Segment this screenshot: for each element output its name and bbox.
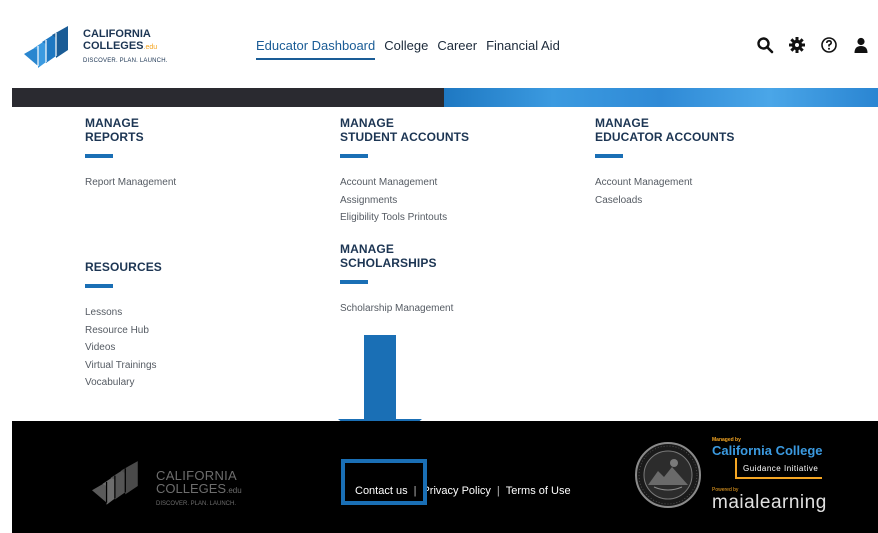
logo-text: CALIFORNIA COLLEGES.edu DISCOVER. PLAN. … xyxy=(83,29,168,68)
section-manage-student-accounts: MANAGE STUDENT ACCOUNTS Account Manageme… xyxy=(340,116,560,227)
section-title-line2: REPORTS xyxy=(85,130,144,144)
california-colleges-logo[interactable]: CALIFORNIA COLLEGES.edu DISCOVER. PLAN. … xyxy=(20,24,220,74)
footer-logo-edu: .edu xyxy=(226,486,242,495)
section-title-line2: STUDENT ACCOUNTS xyxy=(340,130,470,144)
footer-logo-text: CALIFORNIA COLLEGES.edu DISCOVER. PLAN. … xyxy=(156,469,242,510)
help-icon[interactable] xyxy=(820,36,838,54)
section-title-line1: MANAGE xyxy=(340,116,394,130)
contact-us-highlight-box xyxy=(341,459,427,505)
nav-career[interactable]: Career xyxy=(437,38,477,60)
link-lessons[interactable]: Lessons xyxy=(85,304,285,322)
section-title-line1: MANAGE xyxy=(595,116,649,130)
site-footer: CALIFORNIA COLLEGES.edu DISCOVER. PLAN. … xyxy=(12,421,878,533)
site-header: CALIFORNIA COLLEGES.edu DISCOVER. PLAN. … xyxy=(12,10,878,88)
section-links: Account Management Caseloads xyxy=(595,174,835,209)
link-student-account-management[interactable]: Account Management xyxy=(340,174,560,192)
section-manage-scholarships: MANAGE SCHOLARSHIPS Scholarship Manageme… xyxy=(340,242,560,318)
logo-line2: COLLEGES.edu xyxy=(83,40,168,54)
section-underline xyxy=(85,284,113,288)
managed-by-block: Managed by California College Guidance I… xyxy=(712,437,842,533)
section-underline xyxy=(340,154,368,158)
nav-educator-dashboard[interactable]: Educator Dashboard xyxy=(256,38,376,60)
footer-logo[interactable]: CALIFORNIA COLLEGES.edu DISCOVER. PLAN. … xyxy=(86,459,286,509)
link-videos[interactable]: Videos xyxy=(85,339,285,357)
link-resource-hub[interactable]: Resource Hub xyxy=(85,322,285,340)
logo-line1: CALIFORNIA xyxy=(83,28,151,40)
link-scholarship-management[interactable]: Scholarship Management xyxy=(340,300,560,318)
link-report-management[interactable]: Report Management xyxy=(85,174,285,192)
link-caseloads[interactable]: Caseloads xyxy=(595,192,835,210)
footer-logo-line2: COLLEGES.edu xyxy=(156,482,242,498)
section-manage-reports: MANAGE REPORTS Report Management xyxy=(85,116,285,192)
section-underline xyxy=(595,154,623,158)
section-links: Scholarship Management xyxy=(340,300,560,318)
logo-line2-main: COLLEGES xyxy=(83,40,144,52)
search-icon[interactable] xyxy=(756,36,774,54)
section-manage-educator-accounts: MANAGE EDUCATOR ACCOUNTS Account Managem… xyxy=(595,116,835,209)
link-assignments[interactable]: Assignments xyxy=(340,192,560,210)
logo-edu: .edu xyxy=(143,44,158,51)
link-virtual-trainings[interactable]: Virtual Trainings xyxy=(85,357,285,375)
page: CALIFORNIA COLLEGES.edu DISCOVER. PLAN. … xyxy=(12,10,878,533)
header-banner xyxy=(12,88,878,107)
logo-mark-icon xyxy=(24,26,68,68)
footer-separator: | xyxy=(496,485,500,497)
gear-icon[interactable] xyxy=(788,36,806,54)
footer-logo-line2-main: COLLEGES xyxy=(156,481,227,496)
terms-of-use-link[interactable]: Terms of Use xyxy=(506,485,571,497)
link-vocabulary[interactable]: Vocabulary xyxy=(85,374,285,392)
logo-tagline: DISCOVER. PLAN. LAUNCH. xyxy=(83,58,168,64)
section-links: Lessons Resource Hub Videos Virtual Trai… xyxy=(85,304,285,392)
section-title-line1: MANAGE xyxy=(85,116,139,130)
maialearning-logo[interactable]: maialearning xyxy=(712,493,842,513)
footer-logo-mark-icon xyxy=(92,461,138,505)
section-underline xyxy=(85,154,113,158)
section-underline xyxy=(340,280,368,284)
nav-college[interactable]: College xyxy=(384,38,428,60)
nav-financial-aid[interactable]: Financial Aid xyxy=(486,38,560,60)
section-links: Account Management Assignments Eligibili… xyxy=(340,174,560,227)
section-title-line2: SCHOLARSHIPS xyxy=(340,256,437,270)
guidance-initiative-box: Guidance Initiative xyxy=(735,458,823,479)
link-eligibility-tools-printouts[interactable]: Eligibility Tools Printouts xyxy=(340,209,560,227)
privacy-policy-link[interactable]: Privacy Policy xyxy=(422,485,490,497)
link-educator-account-management[interactable]: Account Management xyxy=(595,174,835,192)
header-icons xyxy=(756,36,870,54)
section-title-line2: EDUCATOR ACCOUNTS xyxy=(595,130,735,144)
managed-by-sub: Guidance Initiative xyxy=(743,464,819,473)
footer-logo-tagline: DISCOVER. PLAN. LAUNCH. xyxy=(156,501,237,507)
main-nav: Educator Dashboard College Career Financ… xyxy=(256,38,560,60)
state-seal-icon xyxy=(635,442,701,508)
managed-by-org: California College xyxy=(712,443,823,458)
section-resources: RESOURCES Lessons Resource Hub Videos Vi… xyxy=(85,260,285,392)
banner-pattern xyxy=(444,88,878,107)
section-title-line1: MANAGE xyxy=(340,242,394,256)
user-icon[interactable] xyxy=(852,36,870,54)
section-title: RESOURCES xyxy=(85,260,162,274)
section-links: Report Management xyxy=(85,174,285,192)
